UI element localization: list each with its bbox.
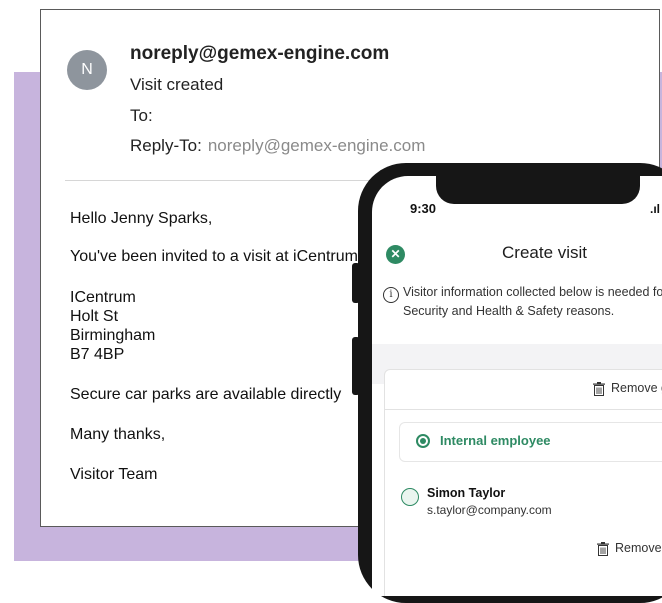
close-icon[interactable]: ✕ [386,245,405,264]
parking-line: Secure car parks are available directly [70,386,342,403]
volume-up-button [352,263,360,303]
phone-notch [436,176,640,204]
person-icon [401,488,419,506]
internal-employee-label: Internal employee [440,433,551,448]
visitor-email: s.taylor@company.com [427,503,552,517]
phone-mockup: 9:30 .ıl ✕ Create visit i Visitor inform… [352,163,662,603]
address-line: B7 4BP [70,346,125,363]
signal-icon: .ıl [650,202,661,216]
radio-dot [420,438,426,444]
info-icon: i [383,287,399,303]
screen-title: Create visit [502,243,588,262]
trash-icon[interactable] [593,382,605,396]
phone-screen: 9:30 .ıl ✕ Create visit i Visitor inform… [372,176,662,596]
greeting: Hello Jenny Sparks, [70,210,213,227]
signoff-line: Visitor Team [70,466,158,483]
address-line: Holt St [70,308,119,325]
sender-avatar: N [67,50,107,90]
radio-selected-icon[interactable] [416,434,430,448]
trash-icon[interactable] [597,542,609,556]
reply-to-row: Reply-To: noreply@gemex-engine.com [130,136,425,156]
status-time: 9:30 [410,201,437,216]
internal-employee-option[interactable]: Internal employee [399,422,662,462]
address-line: ICentrum [70,289,136,306]
thanks-line: Many thanks, [70,426,166,443]
address-line: Birmingham [70,327,156,344]
remove-group-button[interactable]: Remove g [611,381,662,395]
remove-visitor-button[interactable]: Remove v [615,541,662,555]
email-subject: Visit created [130,75,224,94]
to-label: To: [130,106,153,125]
visitor-name: Simon Taylor [427,486,506,500]
info-notice: Visitor information collected below is n… [403,285,662,318]
volume-down-button [352,337,360,395]
card-divider [385,409,662,410]
reply-to-label: Reply-To: [130,136,202,155]
sender-address[interactable]: noreply@gemex-engine.com [130,43,389,65]
reply-to-address[interactable]: noreply@gemex-engine.com [208,136,426,155]
visitor-group-card: Remove g Internal employee Simon Taylor … [384,369,662,596]
invite-line: You've been invited to a visit at iCentr… [70,248,358,265]
